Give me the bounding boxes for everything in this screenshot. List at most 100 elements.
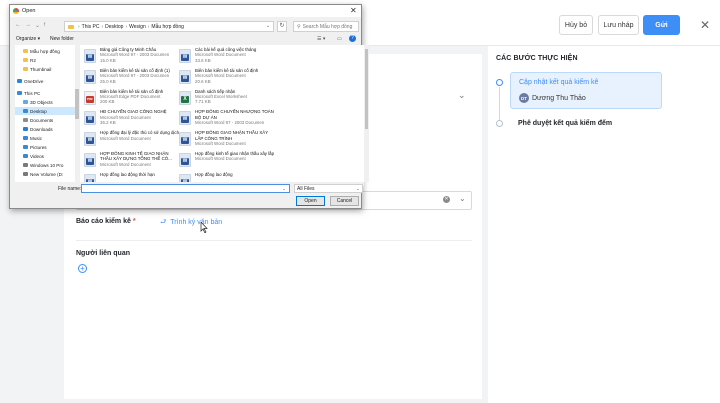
music-icon [23, 136, 28, 140]
new-folder-button[interactable]: New folder [50, 36, 74, 42]
breadcrumb-item[interactable]: Desktop [105, 24, 123, 30]
preview-pane-icon[interactable]: ▭ [337, 36, 342, 42]
file-item[interactable]: W Hợp đồng kinh tế giao nhận thầu xây lắp… [179, 151, 274, 171]
file-item[interactable]: W Bảng giá Công ty Minh Châu Microsoft Wor… [84, 47, 178, 67]
word-file-icon: W [179, 49, 191, 63]
nav-item[interactable]: Desktop [15, 107, 75, 115]
file-item[interactable]: W HỢP ĐỒNG CHUYỂN NHƯỢNG TOÀN BỘ DỰ ÁN Mic… [179, 109, 274, 129]
file-item[interactable]: W Các bài kế quả công việc tháng Microsoft… [179, 47, 273, 67]
file-item[interactable]: W HĐ CHUYỂN GIAO CÔNG NGHỆ Microsoft Word … [84, 109, 178, 129]
word-file-icon: W [84, 132, 96, 147]
step-card-approve-results[interactable]: Phê duyệt kết quả kiểm đếm [510, 116, 662, 132]
file-type: Microsoft Word Document [195, 141, 246, 146]
nav-item-label: Thumbnail [30, 66, 52, 72]
chevron-down-icon[interactable]: ⌄ [458, 90, 466, 101]
nav-item[interactable]: Downloads [15, 125, 75, 133]
file-size: 15.0 KB [100, 57, 116, 63]
send-button[interactable]: Gửi [643, 15, 680, 35]
nav-item[interactable]: Mẫu hợp đồng [15, 47, 75, 55]
file-type-select[interactable]: All Files [294, 184, 363, 193]
step-card-update-results[interactable]: Cập nhật kết quả kiểm kê DT Dương Thu Th… [510, 72, 662, 109]
clear-icon[interactable]: ✕ [443, 196, 450, 203]
nav-item[interactable]: New Volume (D: [15, 170, 75, 178]
nav-scroll-thumb[interactable] [75, 89, 79, 119]
add-person-button[interactable]: + [78, 264, 87, 273]
dialog-cancel-button[interactable]: Cancel [330, 196, 359, 206]
chevron-down-icon[interactable]: ⌄ [459, 194, 466, 203]
file-item[interactable]: W Biên bản kiểm kê tài sản cố định Microso… [179, 68, 273, 88]
breadcrumb-item[interactable]: Wesign [129, 24, 146, 30]
file-type: Microsoft Word Document [195, 156, 246, 162]
nav-item-label: R2 [30, 57, 36, 63]
help-icon[interactable]: ? [349, 35, 356, 42]
nav-item[interactable]: Windows 10 Pro [15, 161, 75, 169]
dialog-close-icon[interactable]: ✕ [350, 6, 357, 15]
file-item[interactable]: W HỢP ĐỒNG KINH TẾ GIAO NHẬN THẦU XÂY DỰN… [84, 151, 178, 171]
folder-icon [68, 24, 74, 29]
file-item[interactable]: PDF Biên bản kiểm kê tài sản cố định Micro… [84, 89, 178, 109]
nav-item[interactable]: Documents [15, 116, 75, 124]
file-type-letter: PDF [86, 95, 94, 103]
file-item[interactable]: W Biên bản kiểm kê tài sản cố định (1) Mic… [84, 68, 178, 88]
chevron-down-icon[interactable]: ⌄ [266, 23, 270, 29]
breadcrumb-item[interactable]: This PC [82, 24, 100, 30]
cube-icon [23, 100, 28, 104]
nav-item-label: OneDrive [24, 78, 44, 84]
save-draft-button[interactable]: Lưu nháp [598, 15, 639, 35]
file-type-letter: W [181, 74, 189, 82]
nav-item[interactable]: Thumbnail [15, 65, 75, 73]
nav-item[interactable]: 3D Objects [15, 98, 75, 106]
back-arrow-icon[interactable]: ← [15, 22, 21, 28]
nav-item[interactable]: Videos [15, 152, 75, 160]
nav-item-label: 3D Objects [30, 99, 53, 105]
address-bar[interactable]: › This PC › Desktop › Wesign › Mẫu hợp đ… [64, 21, 274, 32]
view-options-icon[interactable]: ☰ ▾ [317, 36, 325, 42]
cancel-button[interactable]: Hủy bỏ [559, 15, 593, 35]
step-title: Phê duyệt kết quả kiểm đếm [518, 120, 613, 127]
nav-item[interactable]: This PC [15, 89, 75, 97]
file-name-field[interactable] [81, 184, 290, 193]
file-item[interactable]: W Hợp đồng đại lý đặc thù có sử dụng dịch… [84, 130, 179, 150]
folder-icon [23, 67, 28, 71]
chevron-down-icon[interactable]: ⌄ [282, 186, 286, 192]
refresh-icon[interactable]: ↻ [277, 21, 287, 32]
file-type-letter: W [181, 54, 189, 61]
nav-item[interactable]: Music [15, 134, 75, 142]
file-type: Microsoft Word Document [100, 135, 151, 141]
search-box[interactable]: ⚲ Search Mẫu hợp đồng [293, 21, 359, 32]
up-arrow-icon[interactable]: ↑ [43, 22, 46, 28]
sign-document-link[interactable]: ⮐ Trình ký văn bản [160, 218, 224, 229]
document-icon [23, 118, 28, 122]
nav-item-label: Videos [30, 153, 44, 159]
word-file-icon: W [179, 132, 191, 147]
file-scroll-thumb[interactable] [365, 49, 368, 129]
drive-icon [23, 163, 28, 167]
open-button[interactable]: Open [296, 196, 325, 206]
avatar: DT [519, 93, 529, 103]
file-name-input[interactable] [82, 185, 289, 192]
word-file-icon: W [84, 49, 96, 63]
breadcrumb-item[interactable]: Mẫu hợp đồng [151, 24, 183, 30]
step-connector [499, 87, 500, 121]
word-file-icon: W [84, 173, 96, 182]
nav-item-label: Desktop [30, 108, 47, 114]
file-item[interactable]: W HỢP ĐỒNG GIAO NHẬN THẦU XÂY LẮP CÔNG TR… [179, 130, 273, 150]
close-icon[interactable]: ✕ [698, 18, 712, 32]
nav-item[interactable]: R2 [15, 56, 75, 64]
word-file-icon: W [179, 153, 191, 167]
step-title: Cập nhật kết quả kiểm kê [519, 79, 599, 86]
nav-item[interactable]: OneDrive [15, 77, 75, 85]
file-list: W Bảng giá Công ty Minh Châu Microsoft Wor… [80, 45, 364, 182]
video-icon [23, 154, 28, 158]
word-file-icon: W [84, 69, 96, 84]
file-item[interactable]: W Hợp đồng lao động thời hạn [84, 172, 178, 182]
file-item[interactable]: X Danh sách tiếp nhận Microsoft Excel Work… [179, 89, 273, 109]
pdf-file-icon: PDF [84, 90, 96, 105]
forward-arrow-icon[interactable]: → [25, 22, 31, 28]
chevron-down-icon[interactable]: ⌄ [356, 186, 360, 192]
chevron-down-icon[interactable]: ⌄ [35, 22, 40, 29]
organize-button[interactable]: Organize ▾ [16, 36, 40, 42]
nav-item[interactable]: Pictures [15, 143, 75, 151]
file-item[interactable]: W Hợp đồng lao động [179, 172, 273, 182]
report-label: Báo cáo kiểm kê * [76, 218, 136, 225]
